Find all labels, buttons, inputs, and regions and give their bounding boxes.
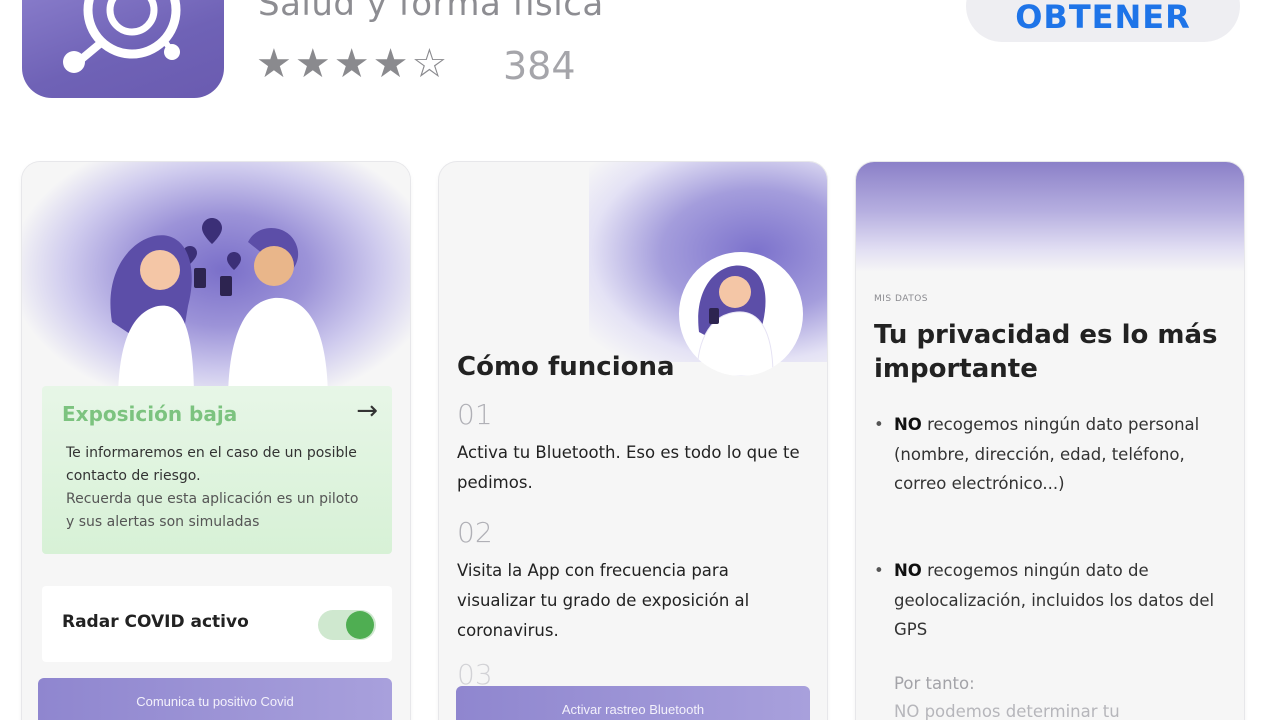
bullet-text: recogemos ningún dato de geolocalización…	[894, 561, 1215, 639]
privacy-bullet: • NO recogemos ningún dato personal (nom…	[874, 410, 1234, 499]
radar-toggle[interactable]	[318, 610, 376, 640]
people-illustration	[22, 162, 410, 402]
rating-stars: ★ ★ ★ ★ ☆	[256, 42, 447, 86]
app-icon	[22, 0, 224, 98]
step-number: 01	[457, 398, 493, 431]
star-filled-icon: ★	[372, 41, 409, 87]
screenshot-card-2[interactable]: Cómo funciona 01 Activa tu Bluetooth. Es…	[439, 162, 827, 720]
por-tanto-continuation: NO podemos determinar tu	[894, 702, 1120, 720]
step-text: Activa tu Bluetooth. Eso es todo lo que …	[457, 443, 800, 492]
header-gradient	[856, 162, 1244, 272]
star-filled-icon: ★	[294, 41, 331, 87]
woman-circle-illustration	[679, 252, 803, 376]
activate-bluetooth-button[interactable]: Activar rastreo Bluetooth	[456, 686, 810, 720]
exposure-text: Te informaremos en el caso de un posible…	[66, 445, 357, 484]
app-logo-icon	[63, 0, 181, 73]
rating-count: 384	[503, 44, 576, 88]
screenshot-card-1[interactable]: Exposición baja → Te informaremos en el …	[22, 162, 410, 720]
bullet-dot-icon: •	[874, 561, 884, 580]
bullet-strong: NO	[894, 561, 922, 580]
radar-label: Radar COVID activo	[62, 612, 249, 632]
people-with-phones-icon	[110, 218, 328, 402]
screenshot-card-3[interactable]: MIS DATOS Tu privacidad es lo más import…	[856, 162, 1244, 720]
step-number: 02	[457, 516, 493, 549]
toggle-knob	[346, 611, 374, 639]
app-subtitle: Salud y forma física	[258, 0, 604, 24]
radar-row: Radar COVID activo	[42, 586, 392, 662]
bullet-strong: NO	[894, 415, 922, 434]
privacy-bullet: • NO recogemos ningún dato de geolocaliz…	[874, 556, 1234, 645]
exposure-panel[interactable]: Exposición baja → Te informaremos en el …	[42, 386, 392, 554]
privacy-title: Tu privacidad es lo más importante	[874, 320, 1218, 384]
section-label: MIS DATOS	[874, 294, 929, 304]
how-it-works-title: Cómo funciona	[457, 352, 675, 382]
star-empty-icon: ☆	[411, 41, 448, 87]
exposure-title: Exposición baja	[62, 402, 238, 426]
star-filled-icon: ★	[256, 41, 292, 87]
por-tanto-text: Por tanto:	[894, 674, 975, 693]
star-filled-icon: ★	[333, 41, 370, 87]
report-positive-button[interactable]: Comunica tu positivo Covid	[38, 678, 392, 720]
bullet-text: recogemos ningún dato personal (nombre, …	[894, 415, 1200, 493]
get-button[interactable]: OBTENER	[966, 0, 1240, 42]
bullet-dot-icon: •	[874, 415, 884, 434]
arrow-right-icon[interactable]: →	[356, 396, 378, 426]
step-text: Visita la App con frecuencia para visual…	[457, 561, 750, 640]
exposure-note: Recuerda que esta aplicación es un pilot…	[66, 491, 359, 530]
woman-with-phone-icon	[696, 265, 774, 376]
